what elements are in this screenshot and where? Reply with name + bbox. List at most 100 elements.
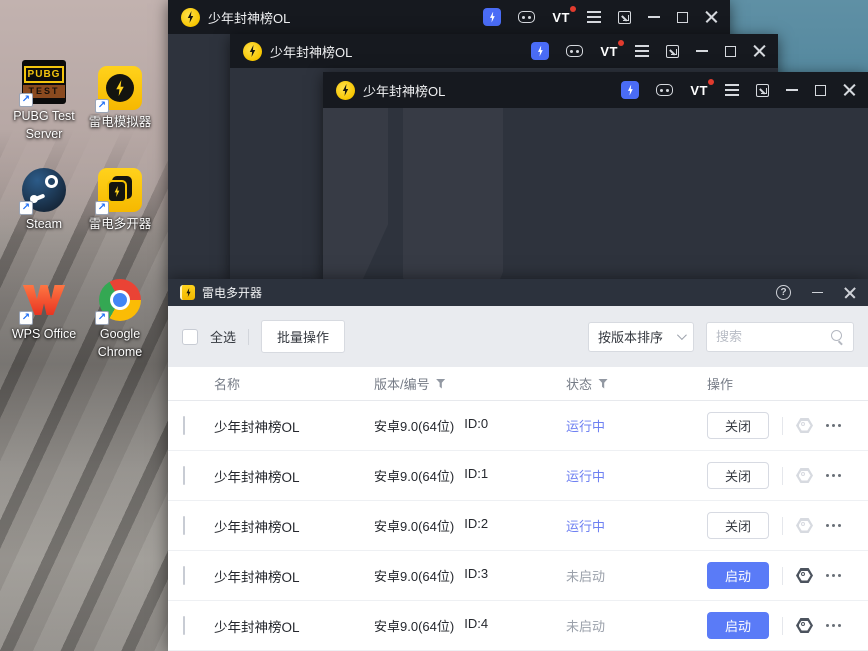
row-checkbox[interactable]: [183, 516, 185, 535]
vt-badge[interactable]: VT: [552, 10, 570, 25]
minimize-button[interactable]: [786, 89, 798, 91]
manager-title: 雷电多开器: [202, 284, 262, 301]
small-window-icon[interactable]: [666, 45, 679, 58]
emulator-titlebar[interactable]: 少年封神榜OL VT: [168, 0, 730, 34]
desktop-icon-ldplayer[interactable]: 雷电模拟器: [76, 66, 164, 132]
instance-action-button[interactable]: 关闭: [707, 512, 769, 539]
sort-dropdown[interactable]: 按版本排序: [588, 322, 694, 352]
more-options-icon[interactable]: [826, 524, 841, 527]
manager-toolbar: 全选 批量操作 按版本排序: [168, 306, 868, 367]
more-options-icon[interactable]: [826, 424, 841, 427]
close-button[interactable]: [843, 84, 856, 97]
minimize-button[interactable]: [648, 16, 660, 18]
settings-gear-icon[interactable]: [796, 418, 813, 433]
vt-badge[interactable]: VT: [690, 83, 708, 98]
menu-icon[interactable]: [587, 11, 601, 22]
table-row: 少年封神榜OL 安卓9.0(64位) ID:2 运行中 关闭: [168, 501, 868, 551]
header-version: 版本/编号: [374, 374, 430, 393]
settings-gear-icon[interactable]: [796, 568, 813, 583]
ld-multi-opener-logo-icon: [180, 285, 195, 300]
boost-icon[interactable]: [483, 8, 501, 26]
instance-name: 少年封神榜OL: [214, 466, 374, 486]
desktop-icon-label: 雷电多开器: [89, 216, 152, 234]
more-options-icon[interactable]: [826, 624, 841, 627]
instance-action-button[interactable]: 启动: [707, 562, 769, 589]
desktop-icon-pubg-test-server[interactable]: PUBG TEST PUBG Test Server: [0, 60, 88, 143]
manager-titlebar[interactable]: 雷电多开器 ?: [168, 279, 868, 306]
desktop-icon-ld-multi-opener[interactable]: 雷电多开器: [76, 168, 164, 234]
ldplayer-logo-icon: [243, 42, 262, 61]
gamepad-icon[interactable]: [518, 11, 535, 23]
table-row: 少年封神榜OL 安卓9.0(64位) ID:3 未启动 启动: [168, 551, 868, 601]
row-checkbox[interactable]: [183, 566, 185, 585]
select-all-checkbox[interactable]: [182, 329, 198, 345]
search-input[interactable]: [716, 329, 831, 344]
pubg-icon-text: PUBG: [24, 66, 65, 83]
notification-dot: [570, 6, 576, 12]
sort-dropdown-value: 按版本排序: [598, 327, 663, 346]
status-text: 未启动: [566, 616, 699, 635]
minimize-button[interactable]: [696, 50, 708, 52]
emulator-titlebar[interactable]: 少年封神榜OL VT: [323, 72, 868, 108]
help-icon[interactable]: ?: [776, 285, 791, 300]
divider: [782, 567, 783, 585]
more-options-icon[interactable]: [826, 574, 841, 577]
divider: [782, 617, 783, 635]
desktop-icon-steam[interactable]: Steam: [0, 168, 88, 234]
settings-gear-icon[interactable]: [796, 518, 813, 533]
settings-gear-icon[interactable]: [796, 618, 813, 633]
small-window-icon[interactable]: [756, 84, 769, 97]
desktop-icon-wps-office[interactable]: WPS Office: [0, 278, 88, 344]
ldplayer-logo-icon: [336, 81, 355, 100]
divider: [782, 517, 783, 535]
table-row: 少年封神榜OL 安卓9.0(64位) ID:0 运行中 关闭: [168, 401, 868, 451]
filter-icon[interactable]: [436, 379, 446, 389]
gamepad-icon[interactable]: [656, 84, 673, 96]
divider: [782, 467, 783, 485]
table-row: 少年封神榜OL 安卓9.0(64位) ID:1 运行中 关闭: [168, 451, 868, 501]
close-button[interactable]: [705, 11, 718, 24]
divider: [248, 329, 249, 345]
emulator-titlebar[interactable]: 少年封神榜OL VT: [230, 34, 778, 68]
instance-action-button[interactable]: 启动: [707, 612, 769, 639]
more-options-icon[interactable]: [826, 474, 841, 477]
menu-icon[interactable]: [725, 84, 739, 95]
menu-icon[interactable]: [635, 45, 649, 56]
small-window-icon[interactable]: [618, 11, 631, 24]
row-checkbox[interactable]: [183, 466, 185, 485]
minimize-button[interactable]: [812, 292, 823, 294]
desktop-icon-label: PUBG Test Server: [0, 108, 88, 143]
maximize-button[interactable]: [815, 85, 826, 96]
instance-action-button[interactable]: 关闭: [707, 462, 769, 489]
desktop-icon-google-chrome[interactable]: Google Chrome: [76, 278, 164, 361]
vt-badge[interactable]: VT: [600, 44, 618, 59]
gamepad-icon[interactable]: [566, 45, 583, 57]
instance-name: 少年封神榜OL: [214, 566, 374, 586]
emulator-title: 少年封神榜OL: [208, 8, 290, 27]
boost-icon[interactable]: [621, 81, 639, 99]
instance-id: ID:2: [464, 516, 488, 535]
instance-id: ID:0: [464, 416, 488, 435]
search-box[interactable]: [706, 322, 854, 352]
divider: [782, 417, 783, 435]
status-text: 运行中: [566, 466, 699, 485]
close-button[interactable]: [753, 45, 766, 58]
table-row: 少年封神榜OL 安卓9.0(64位) ID:4 未启动 启动: [168, 601, 868, 651]
instance-id: ID:3: [464, 566, 488, 585]
instance-action-button[interactable]: 关闭: [707, 412, 769, 439]
desktop-icon-label: WPS Office: [12, 326, 76, 344]
maximize-button[interactable]: [725, 46, 736, 57]
batch-operations-button[interactable]: 批量操作: [261, 320, 345, 353]
filter-icon[interactable]: [598, 379, 608, 389]
loading-pattern: [403, 108, 503, 281]
status-text: 运行中: [566, 516, 699, 535]
boost-icon[interactable]: [531, 42, 549, 60]
search-icon: [831, 330, 844, 343]
header-name: 名称: [214, 374, 374, 393]
row-checkbox[interactable]: [183, 416, 185, 435]
notification-dot: [708, 79, 714, 85]
close-button[interactable]: [844, 287, 856, 299]
row-checkbox[interactable]: [183, 616, 185, 635]
settings-gear-icon[interactable]: [796, 468, 813, 483]
maximize-button[interactable]: [677, 12, 688, 23]
